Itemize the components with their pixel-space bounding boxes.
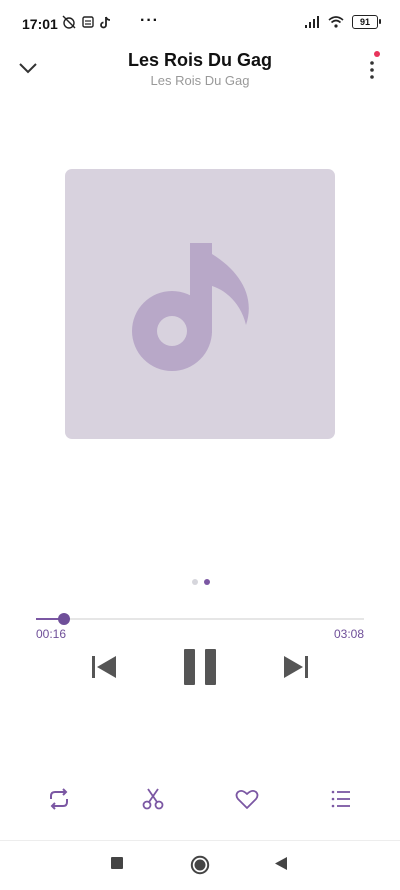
previous-icon[interactable] <box>90 654 118 680</box>
circle-home-icon[interactable] <box>190 855 210 875</box>
repeat-icon[interactable] <box>46 786 72 812</box>
seek-track <box>36 618 364 620</box>
battery-icon: 91 <box>352 15 381 29</box>
status-time: 17:01 <box>22 16 58 32</box>
album-art <box>65 169 335 439</box>
seek-bar[interactable] <box>36 612 364 626</box>
battery-level: 91 <box>359 17 370 27</box>
status-right-icons: 91 <box>304 15 381 29</box>
notification-dot <box>374 51 380 57</box>
playlist-icon[interactable] <box>328 786 354 812</box>
player-header: Les Rois Du Gag Les Rois Du Gag <box>0 46 400 96</box>
status-overflow: ··· <box>140 12 159 29</box>
status-left-icons <box>62 15 112 29</box>
scissors-icon[interactable] <box>140 786 166 812</box>
page-dot-active[interactable] <box>204 579 210 585</box>
total-duration: 03:08 <box>333 627 364 641</box>
elapsed-time: 00:16 <box>36 627 67 641</box>
song-title: Les Rois Du Gag <box>127 50 273 70</box>
triangle-back-icon[interactable] <box>274 856 288 871</box>
heart-icon[interactable] <box>234 786 260 812</box>
wifi-icon <box>328 16 344 28</box>
status-bar: 17:01 ··· 91 <box>0 0 400 48</box>
page-dot[interactable] <box>192 579 198 585</box>
next-icon[interactable] <box>282 654 310 680</box>
more-vertical-icon[interactable] <box>360 56 384 82</box>
tiktok-icon <box>100 16 111 28</box>
bottom-actions <box>0 786 400 816</box>
music-note-icon <box>132 243 249 371</box>
pause-icon[interactable] <box>182 648 218 686</box>
signal-icon <box>305 16 319 28</box>
playback-controls <box>0 648 400 688</box>
page-indicator <box>192 579 210 585</box>
artist-name: Les Rois Du Gag <box>150 73 250 88</box>
seek-thumb[interactable] <box>57 613 70 625</box>
sim-card-icon <box>82 16 94 28</box>
alarm-off-icon <box>62 15 76 29</box>
square-recents-icon[interactable] <box>110 856 124 870</box>
system-nav-bar <box>0 840 400 890</box>
